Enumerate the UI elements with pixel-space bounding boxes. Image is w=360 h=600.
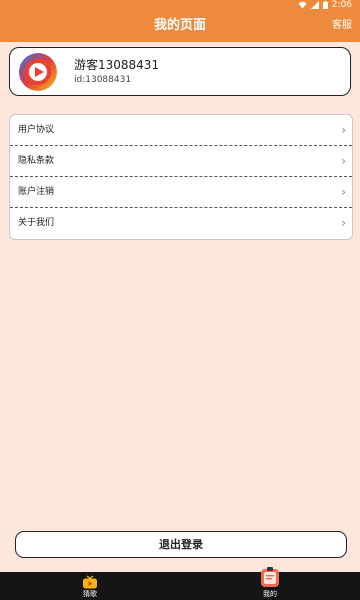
tab-guess-song[interactable]: 猜歌 bbox=[60, 572, 120, 600]
tab-label: 猜歌 bbox=[83, 590, 97, 598]
signal-icon bbox=[310, 1, 319, 9]
customer-service-button[interactable]: 客服 bbox=[332, 10, 352, 42]
avatar bbox=[18, 52, 58, 92]
profile-id: id:13088431 bbox=[74, 75, 132, 85]
menu-item-account-deletion[interactable]: 账户注销 › bbox=[10, 177, 352, 208]
chevron-right-icon: › bbox=[341, 123, 346, 137]
tab-mine[interactable]: 我的 bbox=[240, 567, 300, 600]
menu-item-label: 关于我们 bbox=[18, 218, 55, 228]
menu-item-privacy-policy[interactable]: 隐私条款 › bbox=[10, 146, 352, 177]
menu-item-about-us[interactable]: 关于我们 › bbox=[10, 208, 352, 238]
status-time: 2:06 bbox=[331, 0, 352, 10]
menu-item-user-agreement[interactable]: 用户协议 › bbox=[10, 115, 352, 146]
menu-item-label: 账户注销 bbox=[18, 187, 55, 197]
wifi-icon bbox=[298, 1, 307, 9]
app-header: 我的页面 客服 bbox=[0, 10, 360, 42]
play-logo-icon bbox=[19, 53, 57, 91]
profile-name: 游客13088431 bbox=[74, 58, 160, 72]
status-icons: 2:06 bbox=[298, 0, 352, 10]
menu-item-label: 隐私条款 bbox=[18, 156, 55, 166]
page-title: 我的页面 bbox=[153, 18, 206, 33]
chevron-right-icon: › bbox=[341, 154, 346, 168]
battery-icon bbox=[322, 1, 328, 9]
bottom-nav: 猜歌 我的 bbox=[0, 567, 360, 600]
chevron-right-icon: › bbox=[341, 185, 346, 199]
profile-card[interactable]: 游客13088431 id:13088431 bbox=[9, 47, 351, 96]
chevron-right-icon: › bbox=[341, 216, 346, 230]
logout-button[interactable]: 退出登录 bbox=[15, 531, 347, 558]
status-bar: 2:06 bbox=[0, 0, 360, 10]
tab-label: 我的 bbox=[263, 590, 277, 598]
menu-item-label: 用户协议 bbox=[18, 125, 55, 135]
settings-menu: 用户协议 › 隐私条款 › 账户注销 › 关于我们 › bbox=[9, 114, 353, 240]
